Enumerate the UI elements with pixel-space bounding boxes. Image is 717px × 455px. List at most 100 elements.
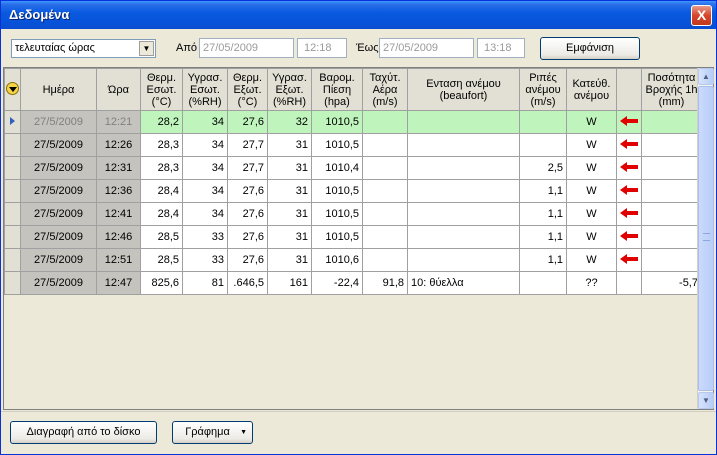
table-cell[interactable]: 27,6	[227, 202, 268, 226]
table-cell[interactable]: 34	[182, 156, 228, 180]
row-header[interactable]	[4, 179, 21, 203]
show-button[interactable]: Εμφάνιση	[540, 37, 640, 60]
table-cell[interactable]: 91,8	[362, 271, 408, 295]
table-cell[interactable]	[641, 202, 702, 226]
column-header[interactable]: Θερμ. Εξωτ. (°C)	[227, 68, 268, 111]
period-select[interactable]: τελευταίας ώρας ▼	[11, 39, 156, 58]
column-header[interactable]	[616, 68, 642, 111]
table-cell[interactable]: 33	[182, 248, 228, 272]
wind-direction-arrow-cell[interactable]	[616, 156, 642, 180]
column-header[interactable]: Ημέρα	[20, 68, 97, 111]
wind-direction-arrow-cell[interactable]	[616, 179, 642, 203]
table-cell[interactable]	[641, 156, 702, 180]
table-cell[interactable]: W	[566, 202, 617, 226]
table-cell[interactable]: 28,2	[140, 110, 183, 134]
table-cell[interactable]: 31	[267, 156, 312, 180]
select-all-corner[interactable]	[4, 68, 21, 111]
table-cell[interactable]	[641, 248, 702, 272]
column-header[interactable]: Ποσότητα Βροχής 1h (mm)	[641, 68, 702, 111]
from-date-field[interactable]: 27/05/2009	[199, 38, 294, 58]
table-cell[interactable]: W	[566, 156, 617, 180]
table-cell[interactable]: 12:41	[96, 202, 141, 226]
table-cell[interactable]: 12:46	[96, 225, 141, 249]
table-cell[interactable]: 161	[267, 271, 312, 295]
row-header[interactable]	[4, 133, 21, 157]
table-cell[interactable]	[519, 271, 567, 295]
table-cell[interactable]: 1,1	[519, 248, 567, 272]
table-cell[interactable]	[641, 225, 702, 249]
scroll-thumb[interactable]	[698, 86, 714, 391]
table-cell[interactable]	[407, 225, 520, 249]
column-header[interactable]: Ενταση ανέμου (beaufort)	[407, 68, 520, 111]
table-cell[interactable]: W	[566, 248, 617, 272]
scroll-up-icon[interactable]: ▲	[698, 68, 714, 85]
wind-direction-arrow-cell[interactable]	[616, 133, 642, 157]
to-time-field[interactable]: 13:18	[477, 38, 525, 58]
table-cell[interactable]: 1,1	[519, 202, 567, 226]
wind-direction-arrow-cell[interactable]	[616, 271, 642, 295]
table-row[interactable]: 27/5/2009 12:31 28,3 34 27,7 31 1010,4 2,5 W	[4, 156, 702, 180]
table-cell[interactable]: 28,4	[140, 202, 183, 226]
table-cell[interactable]	[362, 156, 408, 180]
table-cell[interactable]: ??	[566, 271, 617, 295]
table-cell[interactable]: -22,4	[311, 271, 363, 295]
column-header[interactable]: Υγρασ. Εξωτ. (%RH)	[267, 68, 312, 111]
to-date-field[interactable]: 27/05/2009	[379, 38, 474, 58]
table-cell[interactable]: 1010,6	[311, 248, 363, 272]
column-header[interactable]: Ταχύτ. Αέρα (m/s)	[362, 68, 408, 111]
table-cell[interactable]: 27/5/2009	[20, 271, 97, 295]
table-cell[interactable]: 825,6	[140, 271, 183, 295]
table-cell[interactable]	[407, 133, 520, 157]
table-cell[interactable]: 1,1	[519, 179, 567, 203]
table-row[interactable]: 27/5/2009 12:41 28,4 34 27,6 31 1010,5 1,1 W	[4, 202, 702, 226]
table-cell[interactable]: 31	[267, 202, 312, 226]
wind-direction-arrow-cell[interactable]	[616, 110, 642, 134]
table-cell[interactable]: 32	[267, 110, 312, 134]
table-cell[interactable]: 27/5/2009	[20, 156, 97, 180]
table-cell[interactable]	[362, 179, 408, 203]
wind-direction-arrow-cell[interactable]	[616, 202, 642, 226]
table-cell[interactable]	[407, 179, 520, 203]
table-cell[interactable]: 81	[182, 271, 228, 295]
table-cell[interactable]: 31	[267, 248, 312, 272]
table-cell[interactable]: 28,5	[140, 248, 183, 272]
table-cell[interactable]: 1010,5	[311, 179, 363, 203]
table-cell[interactable]: 12:26	[96, 133, 141, 157]
chart-button[interactable]: Γράφημα ▼	[172, 421, 253, 444]
title-bar[interactable]: Δεδομένα X	[1, 1, 716, 29]
table-row[interactable]: 27/5/2009 12:36 28,4 34 27,6 31 1010,5 1,1 W	[4, 179, 702, 203]
table-cell[interactable]: 31	[267, 179, 312, 203]
table-row[interactable]: 27/5/2009 12:26 28,3 34 27,7 31 1010,5 W	[4, 133, 702, 157]
table-cell[interactable]: W	[566, 179, 617, 203]
table-cell[interactable]: 1010,5	[311, 133, 363, 157]
table-cell[interactable]	[519, 133, 567, 157]
table-cell[interactable]	[362, 133, 408, 157]
table-row[interactable]: 27/5/2009 12:47 825,6 81.646,5 161 -22,4 91,8 1…	[4, 271, 702, 295]
table-cell[interactable]: 27,6	[227, 225, 268, 249]
table-row[interactable]: 27/5/2009 12:21 28,2 34 27,6 32 1010,5 W	[4, 110, 702, 134]
table-cell[interactable]: 12:36	[96, 179, 141, 203]
table-cell[interactable]	[641, 133, 702, 157]
table-cell[interactable]: 1,1	[519, 225, 567, 249]
table-cell[interactable]: 27/5/2009	[20, 179, 97, 203]
column-header[interactable]: Θερμ. Εσωτ. (°C)	[140, 68, 183, 111]
row-header[interactable]	[4, 271, 21, 295]
row-header[interactable]	[4, 248, 21, 272]
table-cell[interactable]: 12:31	[96, 156, 141, 180]
row-header[interactable]	[4, 110, 21, 134]
table-cell[interactable]	[641, 110, 702, 134]
table-cell[interactable]: 12:51	[96, 248, 141, 272]
table-row[interactable]: 27/5/2009 12:46 28,5 33 27,6 31 1010,5 1,1 W	[4, 225, 702, 249]
table-cell[interactable]: 27,6	[227, 110, 268, 134]
row-header[interactable]	[4, 202, 21, 226]
table-cell[interactable]: 34	[182, 133, 228, 157]
table-cell[interactable]: 10: θύελλα	[407, 271, 520, 295]
table-cell[interactable]: 1010,5	[311, 110, 363, 134]
column-chooser-icon[interactable]	[6, 81, 19, 95]
wind-direction-arrow-cell[interactable]	[616, 248, 642, 272]
table-cell[interactable]: 27,7	[227, 133, 268, 157]
table-cell[interactable]	[362, 248, 408, 272]
table-cell[interactable]	[407, 202, 520, 226]
table-cell[interactable]: 27/5/2009	[20, 248, 97, 272]
vertical-scrollbar[interactable]: ▲ ▼	[697, 68, 714, 409]
